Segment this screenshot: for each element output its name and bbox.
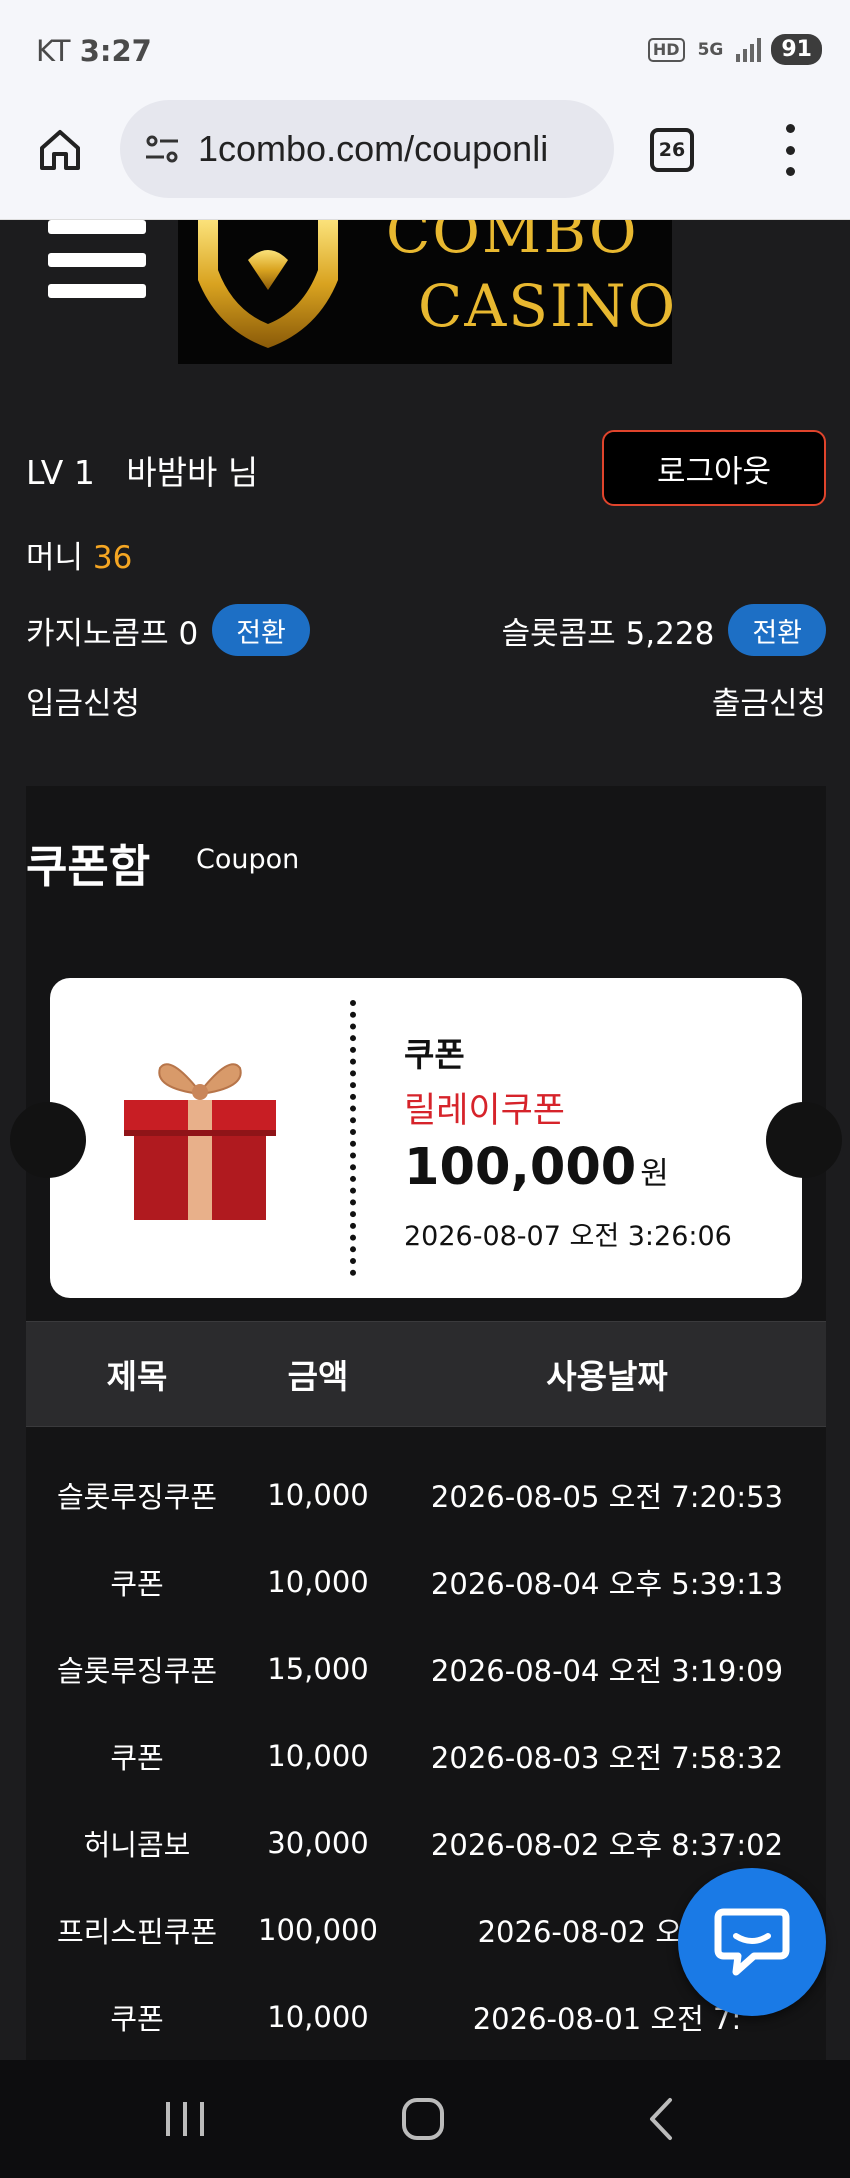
money-value: 36 [92,540,133,576]
logout-button[interactable]: 로그아웃 [602,430,826,506]
row-amount: 10,000 [267,1477,369,1512]
row-amount: 30,000 [267,1825,369,1860]
system-navigation-bar [0,2060,850,2178]
row-title: 허니콤보 [83,1827,191,1862]
table-row: 슬롯루징쿠폰 15,000 2026-08-04 오전 3:19:09 [26,1625,826,1712]
ticket-amount-unit: 원 [640,1156,669,1192]
live-chat-button[interactable] [678,1868,826,2016]
site-settings-icon[interactable] [142,129,182,169]
row-title: 쿠폰 [110,1566,164,1601]
coupon-box-subtitle: Coupon [196,844,300,875]
table-row: 쿠폰 10,000 2026-08-04 오후 5:39:13 [26,1538,826,1625]
header-date: 사용날짜 [546,1357,668,1396]
user-level-name: LV 1 바밤바 님 [26,453,259,492]
battery-icon: 91 [771,34,822,65]
signal-icon [736,37,762,62]
row-date: 2026-08-04 오후 5:39:13 [430,1566,784,1601]
row-amount: 10,000 [267,1564,369,1599]
logo-text-casino: CASINO [418,272,672,340]
status-icons: HD 5G 91 [647,34,822,65]
withdraw-request-link[interactable]: 출금신청 [712,678,826,723]
casino-comp-convert-button[interactable]: 전환 [212,604,310,656]
row-date: 2026-08-05 오전 7:20:53 [430,1479,784,1514]
coupon-box-title: 쿠폰함 [26,840,151,893]
request-row: 입금신청 출금신청 [26,678,826,723]
casino-logo[interactable]: COMBO CASINO [178,220,672,364]
gift-box-icon [124,1063,276,1220]
row-date: 2026-08-02 오후 8:37:02 [430,1827,784,1862]
row-amount: 15,000 [267,1651,369,1686]
carrier: KT [36,34,71,68]
home-icon[interactable] [36,126,84,174]
money-row: 머니 36 [26,532,132,577]
logo-text-combo: COMBO [386,220,639,266]
ticket-amount: 100,000 [404,1138,637,1197]
back-icon[interactable] [644,2096,680,2142]
table-header: 제목 금액 사용날짜 [26,1321,826,1427]
header-title: 제목 [106,1357,168,1396]
slot-comp-convert-button[interactable]: 전환 [728,604,826,656]
status-bar: KT 3:27 HD 5G 91 [0,0,850,100]
row-title: 슬롯루징쿠폰 [56,1653,218,1688]
row-amount: 100,000 [258,1912,378,1947]
table-row: 슬롯루징쿠폰 10,000 2026-08-05 오전 7:20:53 [26,1451,826,1538]
row-title: 쿠폰 [110,2001,164,2036]
casino-comp: 카지노콤프 0 전환 [26,602,310,658]
ticket-divider [350,1000,356,1276]
tab-switcher-button[interactable]: 26 [650,128,694,172]
recent-apps-icon[interactable] [162,2096,208,2142]
row-title: 쿠폰 [110,1740,164,1775]
table-row: 쿠폰 10,000 2026-08-03 오전 7:58:32 [26,1712,826,1799]
url-text: 1combo.com/couponli [198,128,549,169]
money-label: 머니 [26,540,84,576]
row-amount: 10,000 [267,1738,369,1773]
ticket-amount-row: 100,000 원 [404,1138,669,1197]
ticket-title: 쿠폰 [404,1035,465,1074]
status-carrier-time: KT 3:27 [36,34,152,68]
address-bar[interactable]: 1combo.com/couponli [120,100,614,198]
hamburger-menu-icon[interactable] [48,220,146,300]
browser-toolbar: 1combo.com/couponli 26 [0,100,850,220]
ticket-date: 2026-08-07 오전 3:26:06 [404,1221,732,1252]
slot-comp-label: 슬롯콤프 5,228 [501,615,715,652]
coupon-ticket[interactable]: 쿠폰 릴레이쿠폰 100,000 원 2026-08-07 오전 3:26:06 [10,978,842,1298]
casino-comp-label: 카지노콤프 0 [26,615,199,652]
coupon-box: 쿠폰함 Coupon 쿠폰 릴레이쿠폰 100,000 원 2026-08-07 … [10,786,842,2060]
row-title: 프리스핀쿠폰 [56,1914,218,1949]
chat-bubble-icon [714,1908,790,1976]
row-amount: 10,000 [267,1999,369,2034]
row-title: 슬롯루징쿠폰 [56,1479,218,1514]
comp-row: 카지노콤프 0 전환 슬롯콤프 5,228 전환 [26,602,826,658]
table-row: 허니콤보 30,000 2026-08-02 오후 8:37:02 [26,1799,826,1886]
row-date: 2026-08-04 오전 3:19:09 [430,1653,784,1688]
deposit-request-link[interactable]: 입금신청 [26,686,140,722]
home-button-icon[interactable] [400,2096,446,2142]
ticket-notch-right [766,1102,842,1178]
user-row: LV 1 바밤바 님 로그아웃 [26,430,826,510]
overflow-menu-icon[interactable] [778,124,802,176]
network-5g-icon: 5G [697,39,724,60]
slot-comp: 슬롯콤프 5,228 전환 [502,602,826,658]
ticket-notch-left [10,1102,86,1178]
hd-icon: HD [647,37,685,62]
row-date: 2026-08-03 오전 7:58:32 [430,1740,784,1775]
header-amount: 금액 [287,1357,349,1396]
page-content: COMBO CASINO LV 1 바밤바 님 로그아웃 머니 36 카지노콤프… [0,220,850,2060]
ticket-coupon-name: 릴레이쿠폰 [404,1091,566,1131]
clock: 3:27 [79,34,152,68]
